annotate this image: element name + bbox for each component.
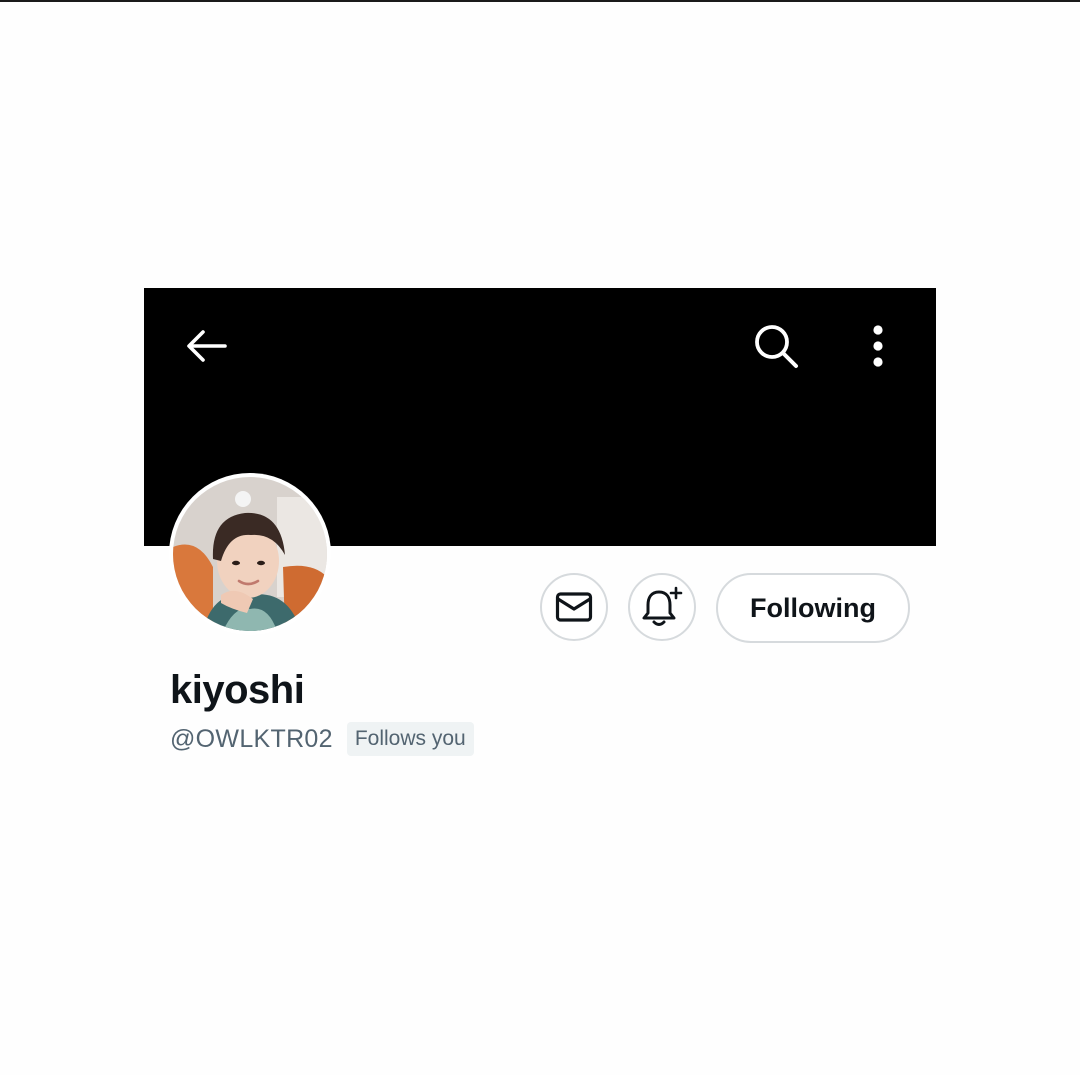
- search-icon: [755, 325, 798, 368]
- handle-row: @OWLKTR02 Follows you: [170, 722, 474, 756]
- back-button[interactable]: [180, 320, 232, 372]
- bell-plus-icon: [642, 586, 683, 626]
- arrow-left-icon: [187, 330, 227, 362]
- profile-card: Following kiyoshi @OWLKTR02 Follows you: [144, 288, 936, 768]
- follows-you-badge: Follows you: [346, 722, 474, 756]
- avatar[interactable]: [169, 473, 331, 635]
- notifications-button[interactable]: [628, 573, 696, 641]
- message-button[interactable]: [540, 573, 608, 641]
- avatar-photo: [173, 477, 327, 631]
- user-handle: @OWLKTR02: [170, 725, 333, 753]
- display-name: kiyoshi: [170, 668, 305, 712]
- top-divider: [0, 0, 1080, 2]
- more-vertical-icon: [873, 325, 883, 367]
- more-options-button[interactable]: [860, 320, 896, 372]
- envelope-icon: [555, 592, 593, 622]
- following-button[interactable]: Following: [716, 573, 910, 643]
- search-button[interactable]: [748, 318, 804, 374]
